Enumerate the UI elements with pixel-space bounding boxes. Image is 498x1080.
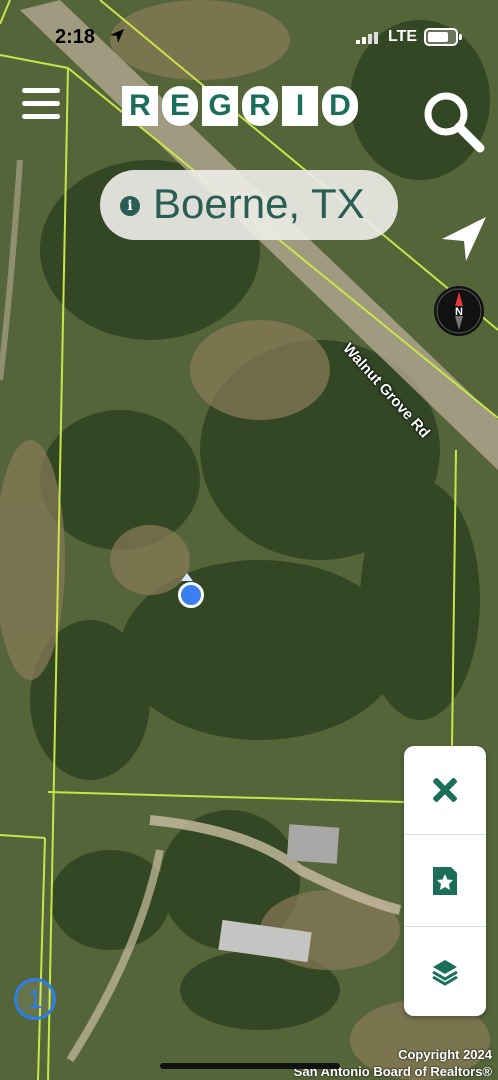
draw-tools-button[interactable] — [404, 746, 486, 834]
navigation-arrow-icon — [442, 217, 486, 261]
location-name: Boerne, TX — [153, 180, 365, 227]
logo-letter: R — [122, 86, 158, 126]
count-badge[interactable]: 1 — [14, 978, 56, 1020]
search-icon — [424, 92, 485, 153]
logo-letter: E — [162, 86, 198, 126]
edit-tools-icon — [433, 778, 457, 802]
status-bar: 2:18 LTE — [0, 22, 498, 52]
home-indicator[interactable] — [160, 1063, 340, 1069]
saved-button[interactable] — [404, 837, 486, 925]
regrid-logo: R E G R I D — [122, 86, 358, 126]
location-pill[interactable]: i Boerne, TX — [100, 170, 398, 240]
logo-letter: I — [282, 86, 318, 126]
compass-button[interactable]: N — [434, 286, 484, 336]
my-location-button[interactable] — [440, 215, 488, 263]
search-button[interactable] — [420, 88, 486, 154]
logo-letter: R — [242, 86, 278, 126]
status-time: 2:18 — [55, 26, 96, 48]
location-arrow-icon — [110, 29, 124, 43]
network-type: LTE — [388, 28, 418, 45]
copyright-line-1: Copyright 2024 — [398, 1047, 492, 1062]
logo-letter: D — [322, 86, 358, 126]
logo-letter: G — [202, 86, 238, 126]
info-icon: i — [120, 196, 140, 216]
heading-indicator — [181, 573, 193, 581]
map-toolbar — [404, 746, 486, 1016]
battery-icon — [424, 28, 462, 46]
layers-icon — [432, 960, 458, 986]
bookmark-star-icon — [433, 867, 457, 895]
signal-icon — [356, 32, 378, 44]
layers-button[interactable] — [404, 928, 486, 1016]
compass-north-label: N — [455, 306, 463, 318]
menu-button[interactable] — [22, 88, 60, 120]
current-location-dot — [178, 582, 204, 608]
